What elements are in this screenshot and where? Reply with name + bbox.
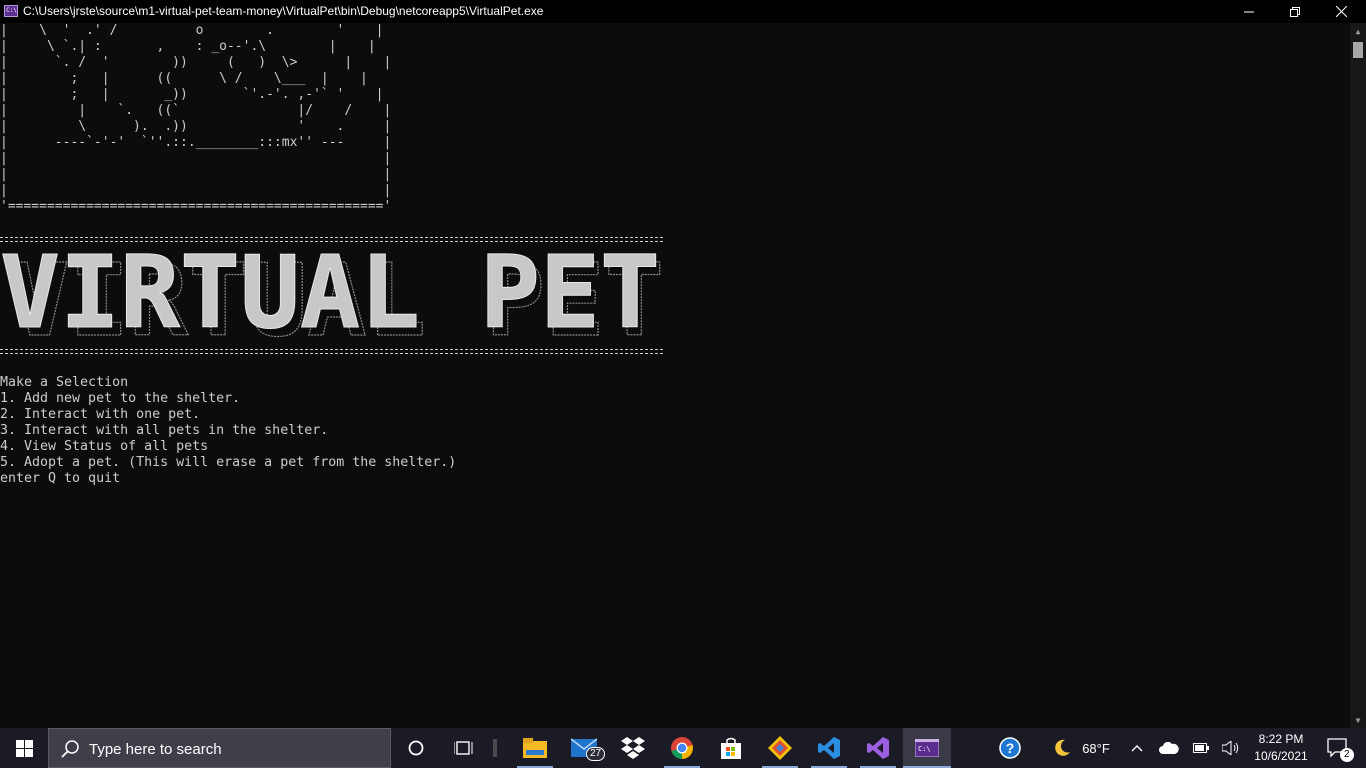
clock-date: 10/6/2021 bbox=[1254, 749, 1308, 763]
speaker-icon bbox=[1222, 741, 1239, 755]
scroll-up-arrow-icon[interactable]: ▲ bbox=[1350, 23, 1366, 39]
banner-top-rule bbox=[0, 237, 663, 242]
start-button[interactable] bbox=[0, 728, 48, 768]
vscode-icon bbox=[818, 737, 840, 759]
banner-bottom-rule bbox=[0, 349, 663, 354]
cortana-button[interactable] bbox=[392, 728, 440, 768]
selection-menu: Make a Selection 1. Add new pet to the sh… bbox=[0, 375, 456, 487]
weather-button[interactable] bbox=[1046, 728, 1078, 768]
taskbar-search-box[interactable]: Type here to search bbox=[48, 728, 391, 768]
file-explorer-icon bbox=[523, 738, 547, 758]
git-icon bbox=[768, 736, 792, 760]
moon-icon bbox=[1055, 739, 1070, 756]
taskbar-divider bbox=[490, 728, 500, 768]
chrome-button[interactable] bbox=[658, 728, 706, 768]
vscode-button[interactable] bbox=[805, 728, 853, 768]
menu-option: 4. View Status of all pets bbox=[0, 439, 209, 454]
visual-studio-button[interactable] bbox=[854, 728, 902, 768]
taskbar: Type here to search 27 C:\ ? 68°F 8:22 P… bbox=[0, 728, 1366, 768]
task-view-icon bbox=[454, 741, 473, 755]
close-button[interactable] bbox=[1318, 0, 1364, 23]
banner-text: VIRTUAL PET bbox=[0, 245, 660, 345]
chrome-icon bbox=[671, 737, 693, 759]
search-icon bbox=[61, 740, 79, 758]
onedrive-button[interactable] bbox=[1156, 728, 1182, 768]
menu-option: 1. Add new pet to the shelter. bbox=[0, 391, 241, 406]
dropbox-button[interactable] bbox=[609, 728, 657, 768]
console-scrollbar[interactable]: ▲ ▼ bbox=[1350, 23, 1366, 728]
weather-temp-area[interactable]: 68°F bbox=[1078, 728, 1114, 768]
menu-option: 5. Adopt a pet. (This will erase a pet f… bbox=[0, 455, 457, 470]
volume-button[interactable] bbox=[1220, 728, 1242, 768]
store-button[interactable] bbox=[707, 728, 755, 768]
task-view-button[interactable] bbox=[440, 728, 488, 768]
dropbox-icon bbox=[621, 737, 645, 759]
cortana-circle-icon bbox=[408, 740, 424, 756]
terminal-button[interactable]: C:\ bbox=[903, 728, 951, 768]
quit-instruction: enter Q to quit bbox=[0, 471, 121, 486]
git-button[interactable] bbox=[756, 728, 804, 768]
windows-logo-icon bbox=[15, 739, 33, 757]
help-icon: ? bbox=[999, 737, 1021, 759]
search-placeholder: Type here to search bbox=[89, 741, 222, 758]
weather-temp: 68°F bbox=[1082, 740, 1110, 756]
window-title-bar[interactable]: C:\ C:\Users\jrste\source\m1-virtual-pet… bbox=[0, 0, 1366, 23]
store-icon bbox=[721, 737, 741, 759]
svg-text:?: ? bbox=[1006, 740, 1015, 756]
menu-option: 2. Interact with one pet. bbox=[0, 407, 201, 422]
mail-button[interactable]: 27 bbox=[560, 728, 608, 768]
clock-time: 8:22 PM bbox=[1258, 732, 1304, 746]
file-explorer-button[interactable] bbox=[511, 728, 559, 768]
menu-option: 3. Interact with all pets in the shelter… bbox=[0, 423, 329, 438]
cloud-icon bbox=[1159, 742, 1179, 754]
restore-icon bbox=[1290, 6, 1300, 17]
menu-heading: Make a Selection bbox=[0, 375, 129, 390]
help-tray-button[interactable]: ? bbox=[992, 728, 1028, 768]
virtual-pet-banner: VIRTUAL PET VIRTUAL PET bbox=[0, 245, 665, 345]
scrollbar-thumb[interactable] bbox=[1353, 42, 1363, 58]
visual-studio-icon bbox=[867, 737, 889, 759]
console-app-icon[interactable]: C:\ bbox=[4, 5, 18, 17]
terminal-icon: C:\ bbox=[915, 739, 939, 757]
window-title: C:\Users\jrste\source\m1-virtual-pet-tea… bbox=[23, 4, 544, 18]
console-output[interactable]: | \ ' .' / o . ' | | \ `.| : , : _o--'.\… bbox=[0, 23, 1350, 728]
clock[interactable]: 8:22 PM 10/6/2021 bbox=[1250, 731, 1312, 765]
grip-icon bbox=[493, 739, 497, 757]
restore-button[interactable] bbox=[1272, 0, 1318, 23]
close-icon bbox=[1335, 6, 1347, 17]
scroll-down-arrow-icon[interactable]: ▼ bbox=[1350, 712, 1366, 728]
minimize-button[interactable] bbox=[1226, 0, 1272, 23]
battery-button[interactable] bbox=[1190, 728, 1212, 768]
minimize-icon bbox=[1244, 11, 1254, 12]
battery-icon bbox=[1193, 743, 1209, 753]
chevron-up-icon bbox=[1131, 745, 1143, 752]
svg-text:C:\: C:\ bbox=[918, 745, 931, 753]
mail-badge: 27 bbox=[586, 747, 606, 761]
notifications-button[interactable]: 2 bbox=[1318, 728, 1358, 768]
show-hidden-icons-button[interactable] bbox=[1126, 728, 1148, 768]
ascii-art-frame: | \ ' .' / o . ' | | \ `.| : , : _o--'.\… bbox=[0, 23, 392, 214]
notification-count: 2 bbox=[1340, 748, 1354, 762]
